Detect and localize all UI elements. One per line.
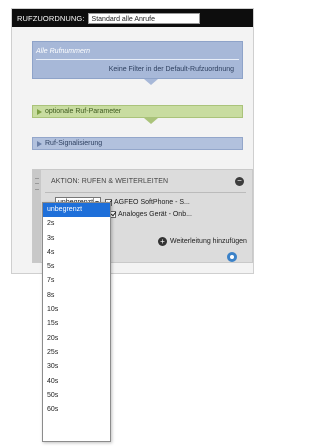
- expand-arrow-icon: [37, 108, 42, 115]
- plus-icon: +: [158, 237, 167, 246]
- optional-params-bar[interactable]: optionale Ruf-Parameter: [32, 105, 243, 118]
- drag-handle-icon: [35, 178, 39, 190]
- dropdown-option[interactable]: 4s: [43, 246, 110, 260]
- dropdown-option[interactable]: 15s: [43, 317, 110, 331]
- action-title: AKTION: RUFEN & WEITERLEITEN: [51, 178, 169, 185]
- add-forward-label: Weiterleitung hinzufügen: [170, 238, 247, 245]
- dropdown-option[interactable]: 25s: [43, 346, 110, 360]
- dropdown-option[interactable]: 5s: [43, 260, 110, 274]
- routing-header: RUFZUORDNUNG: Standard alle Anrufe: [12, 9, 253, 27]
- destination-label: AGFEO SoftPhone - S...: [114, 198, 190, 206]
- dropdown-option[interactable]: 2s: [43, 217, 110, 231]
- flow-arrow-icon: [144, 79, 158, 85]
- rule-box[interactable]: Alle Rufnummern Keine Filter in der Defa…: [32, 41, 243, 79]
- add-forward-button[interactable]: + Weiterleitung hinzufügen: [158, 237, 247, 246]
- dropdown-option[interactable]: unbegrenzt: [43, 203, 110, 218]
- rule-divider: [36, 59, 239, 60]
- expand-arrow-icon: [37, 140, 42, 147]
- dropdown-option[interactable]: 3s: [43, 232, 110, 246]
- dropdown-option[interactable]: 10s: [43, 303, 110, 317]
- drag-handle[interactable]: [33, 170, 41, 262]
- signaling-label: Ruf-Signalisierung: [45, 140, 103, 147]
- dropdown-option[interactable]: 50s: [43, 389, 110, 403]
- flow-arrow-icon: [144, 118, 158, 124]
- settings-icon[interactable]: [227, 252, 237, 262]
- dropdown-option[interactable]: 30s: [43, 360, 110, 374]
- dropdown-option[interactable]: 60s: [43, 403, 110, 417]
- routing-label: RUFZUORDNUNG:: [17, 13, 85, 23]
- optional-params-label: optionale Ruf-Parameter: [45, 108, 122, 115]
- dropdown-option[interactable]: 7s: [43, 274, 110, 288]
- routing-name-input[interactable]: Standard alle Anrufe: [87, 12, 200, 24]
- dropdown-option[interactable]: 8s: [43, 289, 110, 303]
- dropdown-option[interactable]: 20s: [43, 332, 110, 346]
- forward-row: Analoges Gerät - Onb...: [105, 211, 192, 218]
- delay-dropdown-list: unbegrenzt 2s 3s 4s 5s 7s 8s 10s 15s 20s…: [42, 202, 111, 442]
- remove-action-button[interactable]: −: [235, 177, 244, 186]
- destination-label: Analoges Gerät - Onb...: [118, 211, 192, 218]
- dropdown-option[interactable]: 40s: [43, 375, 110, 389]
- signaling-bar[interactable]: Ruf-Signalisierung: [32, 137, 243, 150]
- action-divider: [45, 192, 246, 193]
- rule-title: Alle Rufnummern: [36, 48, 91, 55]
- rule-description: Keine Filter in der Default-Rufzuordnung: [108, 66, 234, 73]
